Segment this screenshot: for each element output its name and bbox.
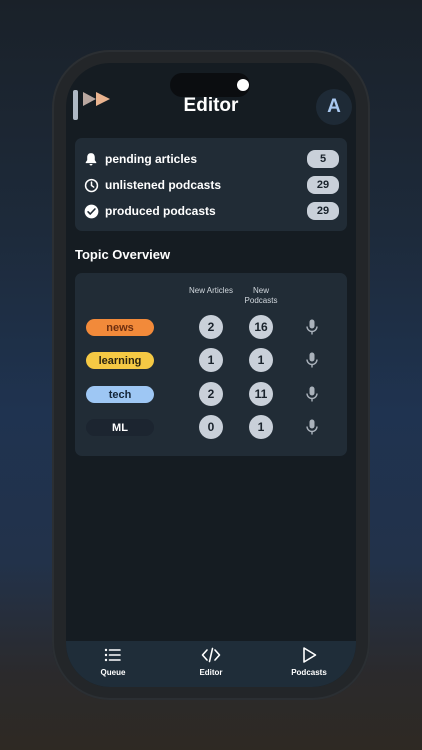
bell-icon [83,151,99,167]
tab-label: Editor [199,668,223,677]
topic-overview-title: Topic Overview [75,247,171,262]
code-icon [201,647,221,663]
avatar[interactable]: A [316,89,352,125]
stat-label: pending articles [105,152,198,166]
new-articles-count: 2 [199,315,223,339]
tab-label: Podcasts [291,668,327,677]
topic-overview-card: New Articles New Podcasts news 2 16 lear… [75,273,347,456]
topic-row: ML 0 1 [75,414,347,440]
topic-tag-tech[interactable]: tech [86,386,154,403]
stat-row-produced-podcasts[interactable]: produced podcasts 29 [83,201,339,221]
stat-row-unlistened-podcasts[interactable]: unlistened podcasts 29 [83,175,339,195]
new-articles-count: 0 [199,415,223,439]
play-icon [303,647,317,663]
tab-editor[interactable]: Editor [171,645,251,677]
column-header-line: Podcasts [244,296,278,305]
new-podcasts-count: 1 [249,415,273,439]
new-podcasts-count: 16 [249,315,273,339]
stat-count-badge: 29 [307,176,339,194]
topic-row: news 2 16 [75,314,347,340]
stats-card: pending articles 5 unlistened podcasts 2… [75,138,347,231]
topic-row: learning 1 1 [75,347,347,373]
stat-label: unlistened podcasts [105,178,222,192]
new-podcasts-count: 1 [249,348,273,372]
microphone-icon[interactable] [305,352,319,368]
topic-tag-ml[interactable]: ML [86,419,154,436]
tab-label: Queue [100,668,126,677]
camera-dot [237,79,249,91]
stat-count-badge: 5 [307,150,339,168]
new-articles-count: 1 [199,348,223,372]
tab-queue[interactable]: Queue [73,645,153,677]
tab-bar: Queue Editor Podcasts [66,641,356,687]
microphone-icon[interactable] [305,419,319,435]
stat-label: produced podcasts [105,204,216,218]
stat-row-pending-articles[interactable]: pending articles 5 [83,149,339,169]
tab-podcasts[interactable]: Podcasts [269,645,349,677]
microphone-icon[interactable] [305,386,319,402]
column-header-line: New [252,286,269,295]
new-articles-count: 2 [199,382,223,406]
app-screen: Editor A pending articles 5 unlistened p… [66,63,356,687]
topic-tag-learning[interactable]: learning [86,352,154,369]
dynamic-island [170,73,250,97]
stat-count-badge: 29 [307,202,339,220]
topic-row: tech 2 11 [75,381,347,407]
new-podcasts-count: 11 [249,382,273,406]
column-header-new-articles: New Articles [188,286,233,295]
check-circle-icon [83,203,99,219]
microphone-icon[interactable] [305,319,319,335]
page-title: Editor [183,95,239,116]
clock-icon [83,177,99,193]
list-icon [104,648,121,662]
column-header-new-podcasts: New Podcasts [240,286,282,306]
topic-tag-news[interactable]: news [86,319,154,336]
